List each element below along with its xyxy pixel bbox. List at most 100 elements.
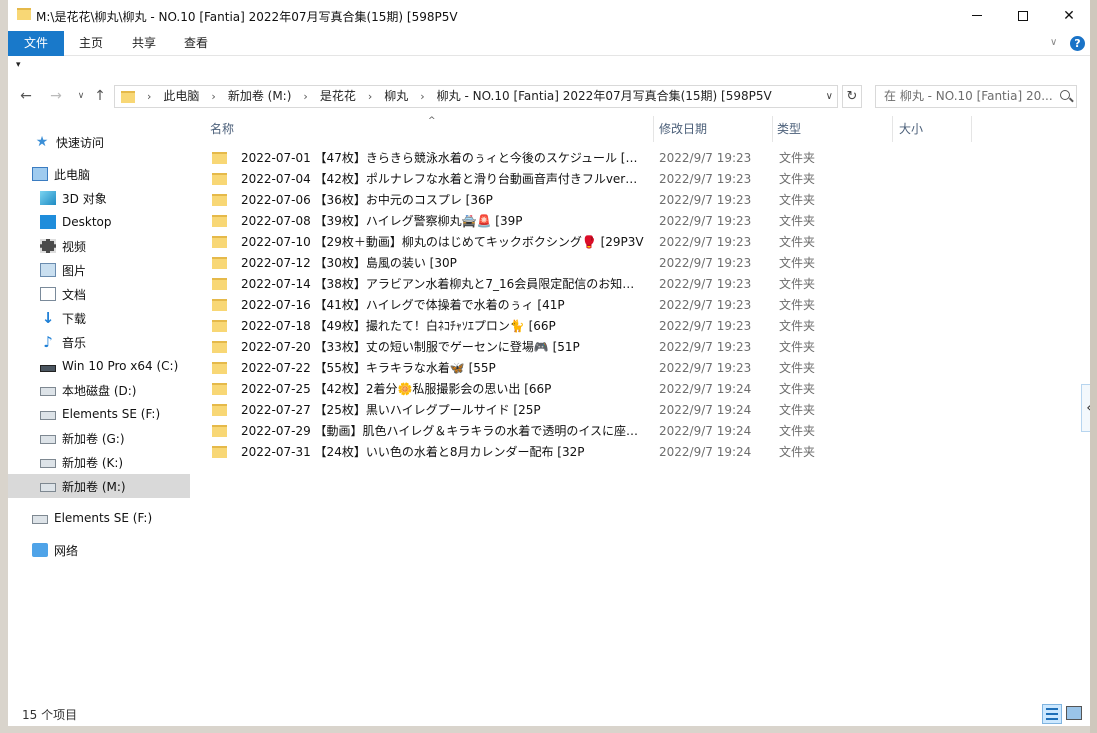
table-row[interactable]: 2022-07-22 【55枚】キラキラな水着🦋 [55P 2022/9/7 19… — [208, 357, 1078, 378]
sidebar-item-drive-m[interactable]: 新加卷 (M:) — [8, 474, 190, 498]
breadcrumb-item[interactable]: 柳丸 — [378, 86, 414, 107]
table-row[interactable]: 2022-07-31 【24枚】いい色の水着と8月カレンダー配布 [32P 202… — [208, 441, 1078, 462]
sidebar-item-this-pc[interactable]: 此电脑 — [8, 162, 190, 186]
refresh-icon: ↻ — [846, 89, 858, 104]
drive-icon — [40, 458, 56, 468]
table-row[interactable]: 2022-07-29 【動画】肌色ハイレグ＆キラキラの水着で透明のイスに座る..… — [208, 420, 1078, 441]
details-view-button[interactable] — [1042, 704, 1062, 724]
sidebar-item-drive-d[interactable]: 本地磁盘 (D:) — [8, 378, 190, 402]
refresh-button[interactable]: ↻ — [842, 85, 862, 108]
sidebar-item-downloads[interactable]: ↓ 下载 — [8, 306, 190, 330]
sidebar-item-videos[interactable]: 视频 — [8, 234, 190, 258]
file-date: 2022/9/7 19:23 — [659, 339, 752, 354]
table-row[interactable]: 2022-07-25 【42枚】2着分🌼私服撮影会の思い出 [66P 2022/9… — [208, 378, 1078, 399]
sidebar-item-label: Desktop — [62, 215, 112, 229]
star-icon: ★ — [35, 134, 49, 150]
column-divider[interactable] — [971, 116, 972, 142]
sidebar-item-3d-objects[interactable]: 3D 对象 — [8, 186, 190, 210]
minimize-button[interactable] — [954, 0, 1000, 31]
folder-icon — [212, 298, 227, 311]
folder-icon — [212, 172, 227, 185]
file-type: 文件夹 — [779, 193, 816, 207]
table-row[interactable]: 2022-07-18 【49枚】撮れたて！白ﾈｺﾁｬｿｴプロン🐈 [66P 202… — [208, 315, 1078, 336]
file-name: 2022-07-22 【55枚】キラキラな水着🦋 [55P — [241, 361, 496, 375]
folder-icon — [121, 91, 135, 103]
column-header-name[interactable]: 名称 — [198, 116, 643, 142]
file-type: 文件夹 — [779, 319, 816, 333]
close-icon: ✕ — [1063, 7, 1075, 24]
table-row[interactable]: 2022-07-04 【42枚】ポルナレフな水着と滑り台動画音声付きフルver🀆… — [208, 168, 1078, 189]
file-name: 2022-07-10 【29枚＋動画】柳丸のはじめてキックボクシング🥊 [29P… — [241, 235, 644, 249]
tab-share[interactable]: 共享 — [118, 31, 170, 56]
folder-icon — [212, 424, 227, 437]
table-row[interactable]: 2022-07-27 【25枚】黒いハイレグプールサイド [25P 2022/9/… — [208, 399, 1078, 420]
quick-access-toolbar-dropdown-icon[interactable]: ▾ — [16, 60, 21, 70]
drive-icon — [40, 482, 56, 492]
sidebar-item-documents[interactable]: 文档 — [8, 282, 190, 306]
close-button[interactable]: ✕ — [1046, 0, 1090, 31]
maximize-button[interactable] — [1000, 0, 1046, 31]
file-type: 文件夹 — [779, 361, 816, 375]
file-date: 2022/9/7 19:23 — [659, 360, 752, 375]
desktop-icon — [40, 215, 56, 229]
file-type: 文件夹 — [779, 424, 816, 438]
sidebar-item-label: 新加卷 (G:) — [62, 431, 125, 446]
recent-locations-chevron-icon[interactable]: ∨ — [71, 85, 91, 107]
folder-icon — [212, 445, 227, 458]
breadcrumb-item[interactable]: 柳丸 - NO.10 [Fantia] 2022年07月写真合集(15期) [5… — [431, 86, 778, 107]
table-row[interactable]: 2022-07-12 【30枚】島風の装い [30P 2022/9/7 19:23… — [208, 252, 1078, 273]
sidebar-item-elements-se[interactable]: Elements SE (F:) — [8, 506, 190, 530]
address-bar[interactable]: › 此电脑 › 新加卷 (M:) › 是花花 › 柳丸 › 柳丸 - NO.10… — [114, 85, 838, 108]
expand-ribbon-chevron-icon[interactable]: ∨ — [1050, 37, 1057, 48]
breadcrumb-chevron-icon[interactable]: › — [297, 86, 313, 107]
file-type: 文件夹 — [779, 382, 816, 396]
sidebar-item-drive-k[interactable]: 新加卷 (K:) — [8, 450, 190, 474]
sidebar-item-label: 新加卷 (K:) — [62, 455, 124, 470]
table-row[interactable]: 2022-07-14 【38枚】アラビアン水着柳丸と7_16会員限定配信のお知ら… — [208, 273, 1078, 294]
breadcrumb-chevron-icon[interactable]: › — [362, 86, 378, 107]
search-icon[interactable] — [1060, 90, 1070, 100]
breadcrumb-item[interactable]: 新加卷 (M:) — [222, 86, 298, 107]
table-row[interactable]: 2022-07-20 【33枚】丈の短い制服でゲーセンに登場🎮 [51P 2022… — [208, 336, 1078, 357]
preview-pane-toggle[interactable]: ‹ — [1081, 384, 1090, 432]
sidebar-item-drive-f[interactable]: Elements SE (F:) — [8, 402, 190, 426]
back-arrow-icon[interactable]: ← — [16, 85, 36, 107]
explorer-window: M:\是花花\柳丸\柳丸 - NO.10 [Fantia] 2022年07月写真… — [8, 0, 1090, 726]
sidebar-item-label: 3D 对象 — [62, 191, 107, 206]
column-header-type[interactable]: 类型 — [765, 116, 885, 142]
breadcrumb-item[interactable]: 是花花 — [314, 86, 362, 107]
up-arrow-icon[interactable]: ↑ — [90, 85, 110, 107]
address-dropdown-chevron-icon[interactable]: ∨ — [826, 86, 833, 107]
file-date: 2022/9/7 19:24 — [659, 402, 752, 417]
table-row[interactable]: 2022-07-10 【29枚＋動画】柳丸のはじめてキックボクシング🥊 [29P… — [208, 231, 1078, 252]
file-name: 2022-07-20 【33枚】丈の短い制服でゲーセンに登場🎮 [51P — [241, 340, 580, 354]
breadcrumb-chevron-icon[interactable]: › — [205, 86, 221, 107]
table-row[interactable]: 2022-07-08 【39枚】ハイレグ警察柳丸🚔🚨 [39P 2022/9/7 … — [208, 210, 1078, 231]
sidebar-item-desktop[interactable]: Desktop — [8, 210, 190, 234]
sidebar-item-quick-access[interactable]: ★ 快速访问 — [8, 130, 190, 154]
search-input[interactable]: 在 柳丸 - NO.10 [Fantia] 20... — [875, 85, 1077, 108]
file-name: 2022-07-29 【動画】肌色ハイレグ＆キラキラの水着で透明のイスに座る..… — [241, 424, 645, 438]
sidebar-item-network[interactable]: 网络 — [8, 538, 190, 562]
breadcrumb-chevron-icon[interactable]: › — [141, 86, 157, 107]
sidebar-item-music[interactable]: ♪ 音乐 — [8, 330, 190, 354]
tab-file[interactable]: 文件 — [8, 31, 64, 56]
title-bar[interactable]: M:\是花花\柳丸\柳丸 - NO.10 [Fantia] 2022年07月写真… — [8, 0, 1090, 31]
sidebar-item-drive-c[interactable]: Win 10 Pro x64 (C:) — [8, 354, 190, 378]
file-type: 文件夹 — [779, 298, 816, 312]
sidebar-item-drive-g[interactable]: 新加卷 (G:) — [8, 426, 190, 450]
tab-home[interactable]: 主页 — [64, 31, 118, 56]
sidebar-item-pictures[interactable]: 图片 — [8, 258, 190, 282]
table-row[interactable]: 2022-07-01 【47枚】きらきら競泳水着のぅィと今後のスケジュール [4… — [208, 147, 1078, 168]
column-header-date[interactable]: 修改日期 — [647, 116, 765, 142]
tab-view[interactable]: 查看 — [170, 31, 222, 56]
breadcrumb-chevron-icon[interactable]: › — [414, 86, 430, 107]
forward-arrow-icon[interactable]: → — [46, 85, 66, 107]
breadcrumb-item[interactable]: 此电脑 — [157, 86, 205, 107]
table-row[interactable]: 2022-07-06 【36枚】お中元のコスプレ [36P 2022/9/7 19… — [208, 189, 1078, 210]
table-row[interactable]: 2022-07-16 【41枚】ハイレグで体操着で水着のぅィ [41P 2022/… — [208, 294, 1078, 315]
sidebar-item-label: 网络 — [54, 543, 79, 558]
large-icons-view-button[interactable] — [1066, 706, 1082, 720]
column-header-size[interactable]: 大小 — [887, 116, 967, 142]
help-icon[interactable]: ? — [1070, 36, 1085, 51]
